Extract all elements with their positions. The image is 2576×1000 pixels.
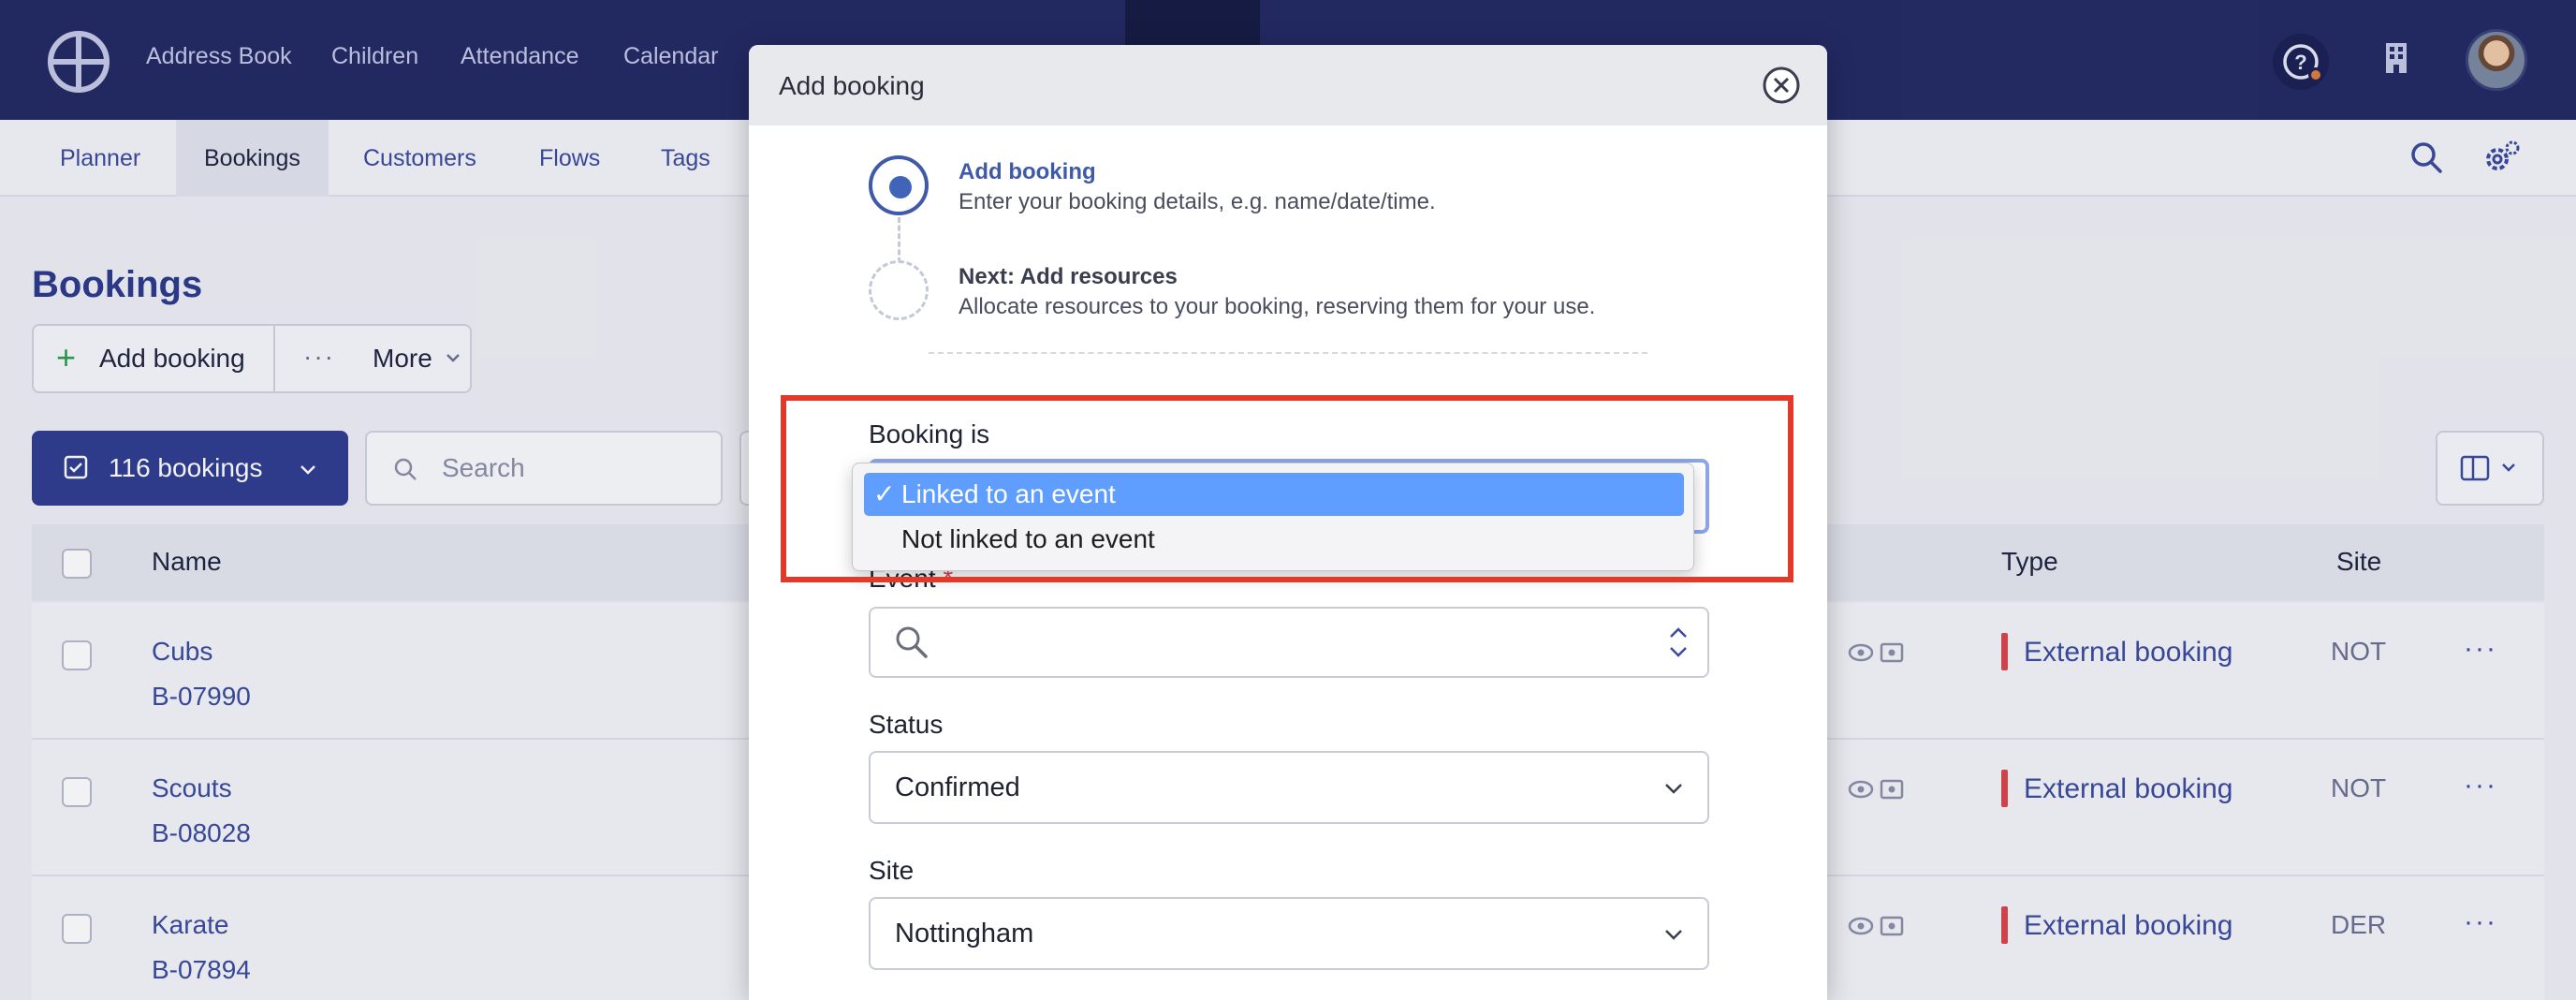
status-select[interactable]: Confirmed — [869, 751, 1709, 824]
search-icon — [896, 626, 928, 658]
site-value: Nottingham — [895, 919, 1034, 949]
annotation-highlight-box — [781, 395, 1793, 582]
step1-title: Add booking — [959, 159, 1096, 184]
event-search-input[interactable] — [869, 607, 1709, 678]
site-label: Site — [869, 856, 915, 885]
step2-title: Next: Add resources — [959, 264, 1178, 289]
step-current-icon — [869, 155, 929, 215]
modal-title: Add booking — [779, 71, 925, 100]
step2-description: Allocate resources to your booking, rese… — [959, 294, 1596, 319]
status-label: Status — [869, 710, 944, 739]
step-next-icon — [869, 260, 929, 320]
updown-chevron-icon — [1670, 627, 1687, 657]
modal-header: Add booking — [749, 45, 1827, 125]
step1-description: Enter your booking details, e.g. name/da… — [959, 189, 1436, 214]
chevron-down-icon — [1665, 930, 1682, 940]
chevron-down-icon — [1665, 784, 1682, 794]
close-icon[interactable] — [1762, 66, 1801, 105]
status-value: Confirmed — [895, 772, 1020, 802]
site-select[interactable]: Nottingham — [869, 897, 1709, 970]
step-divider — [929, 352, 1647, 354]
